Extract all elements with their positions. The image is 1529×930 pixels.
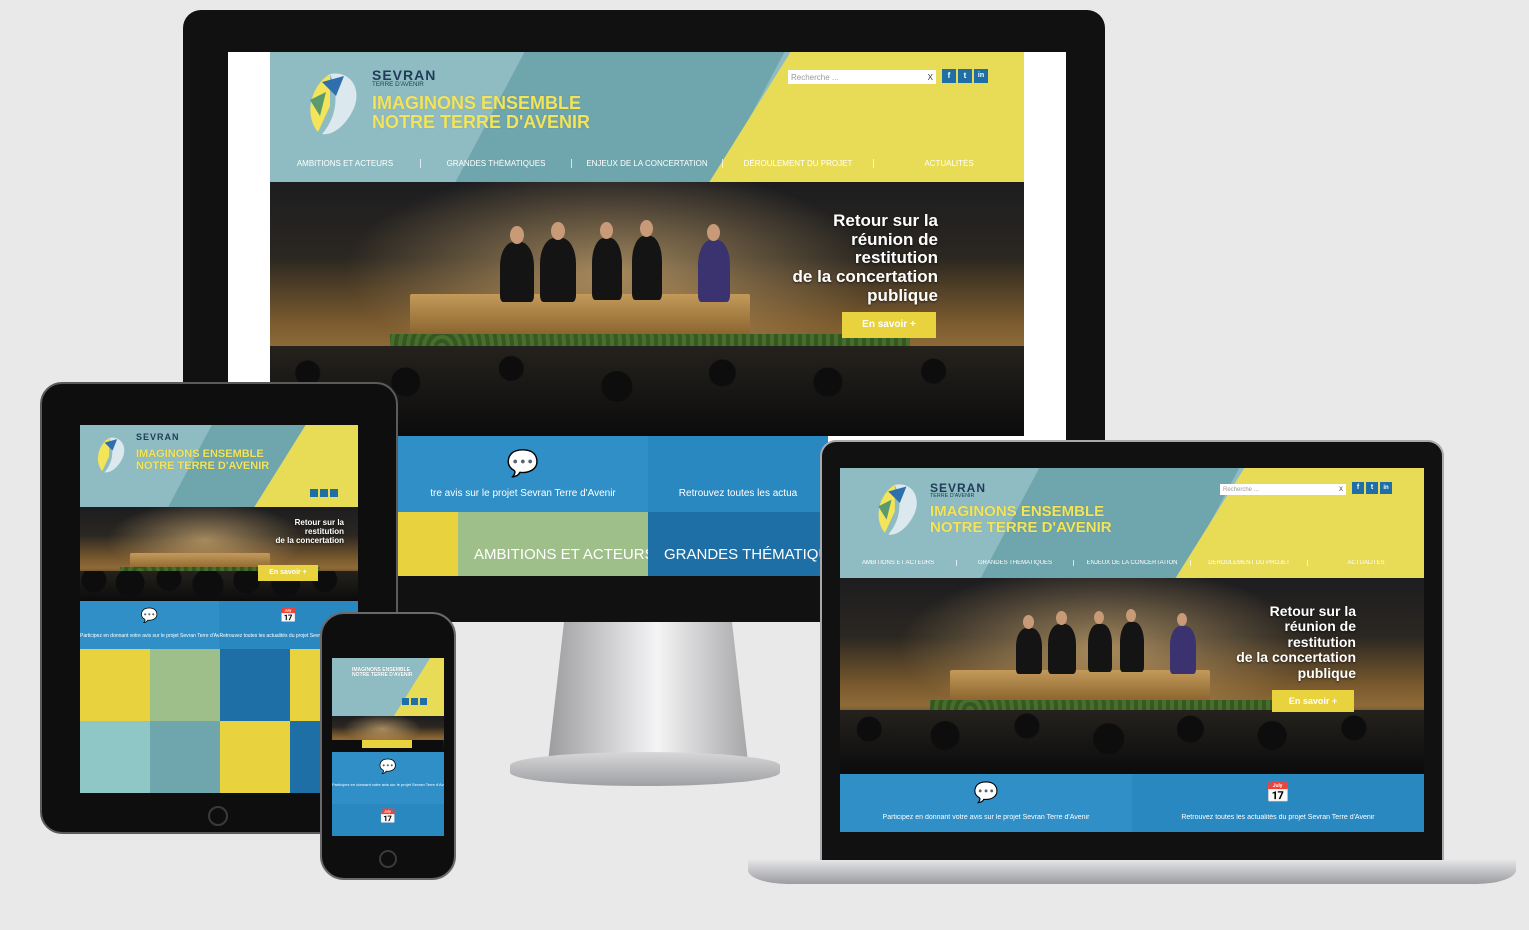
imac-stand-base	[510, 752, 780, 786]
search-input[interactable]: Recherche ... X	[788, 70, 936, 84]
main-nav: AMBITIONS ET ACTEURS GRANDES THÉMATIQUES…	[270, 152, 1024, 174]
imac-stand-neck	[548, 622, 748, 762]
twitter-icon[interactable]: t	[958, 69, 972, 83]
tablet-site: SEVRAN IMAGINONS ENSEMBLE NOTRE TERRE D'A…	[80, 425, 358, 793]
nav-thematiques[interactable]: GRANDES THÉMATIQUES	[957, 560, 1074, 566]
speech-bubble-icon: 💬	[379, 758, 397, 774]
calendar-icon: 📅	[379, 808, 397, 824]
tablet-home-button[interactable]	[208, 806, 228, 826]
calendar-icon: 📅	[1265, 782, 1291, 804]
tile-participate[interactable]: 💬 Participez en donnant votre avis sur l…	[80, 601, 219, 649]
hero-title: Retour sur la réunion de restitution de la …	[792, 211, 938, 305]
hero-slider: Retour sur la réunion de restitution de la …	[840, 578, 1424, 774]
nav-deroulement[interactable]: DÉROULEMENT DU PROJET	[723, 158, 874, 168]
tile-themes[interactable]: GRANDES THÉMATIQUES	[648, 512, 828, 576]
social-links: f t in	[942, 69, 988, 83]
phone-home-button[interactable]	[379, 850, 397, 868]
tile-news[interactable]: Retrouvez toutes les actua	[648, 436, 828, 512]
search-clear-icon[interactable]: X	[928, 73, 933, 82]
nav-ambitions[interactable]: AMBITIONS ET ACTEURS	[840, 560, 957, 566]
tile-ambitions[interactable]: AMBITIONS ET ACTEURS	[398, 512, 648, 576]
facebook-icon[interactable]: f	[942, 69, 956, 83]
tile-participate[interactable]: 💬 tre avis sur le projet Sevran Terre d'…	[398, 436, 648, 512]
phone-site: IMAGINONS ENSEMBLE NOTRE TERRE D'AVENIR 💬…	[332, 658, 444, 836]
hero-read-more-button[interactable]: En savoir +	[258, 565, 318, 581]
twitter-icon[interactable]: t	[1366, 482, 1378, 494]
speech-bubble-icon: 💬	[973, 782, 999, 804]
site-slogan: IMAGINONS ENSEMBLE NOTRE TERRE D'AVENIR	[930, 503, 1112, 536]
hero-title: Retour sur la réunion de restitution de la …	[1236, 603, 1356, 681]
linkedin-icon[interactable]: in	[1380, 482, 1392, 494]
tile-news[interactable]: 📅 Retrouvez toutes les actualités du pro…	[1132, 774, 1424, 832]
linkedin-icon[interactable]: in	[974, 69, 988, 83]
hero-read-more-button[interactable]: En savoir +	[1272, 690, 1354, 712]
brand-name: SEVRAN TERRE D'AVENIR	[930, 481, 987, 499]
nav-enjeux[interactable]: ENJEUX DE LA CONCERTATION	[572, 158, 723, 168]
laptop-site: SEVRAN TERRE D'AVENIR IMAGINONS ENSEMBLE N…	[840, 468, 1424, 832]
nav-ambitions[interactable]: AMBITIONS ET ACTEURS	[270, 158, 421, 168]
sevran-logo-icon	[97, 437, 125, 473]
laptop-base	[748, 860, 1516, 884]
tile-news[interactable]: 📅	[332, 804, 444, 836]
site-header: SEVRAN TERRE D'AVENIR IMAGINONS ENSEMBLE N…	[270, 52, 1024, 182]
search-clear-icon[interactable]: X	[1339, 487, 1343, 493]
facebook-icon[interactable]: f	[1352, 482, 1364, 494]
sevran-logo-icon	[878, 484, 917, 535]
tile-participate[interactable]: 💬 Participez en donnant votre avis sur l…	[332, 752, 444, 804]
main-nav: AMBITIONS ET ACTEURS GRANDES THÉMATIQUES…	[840, 554, 1424, 572]
nav-enjeux[interactable]: ENJEUX DE LA CONCERTATION	[1074, 560, 1191, 566]
hero-read-more-button[interactable]: En savoir +	[842, 312, 936, 338]
sevran-logo-icon	[310, 73, 357, 135]
nav-actualites[interactable]: ACTUALITÉS	[1308, 560, 1424, 566]
tile-participate[interactable]: 💬 Participez en donnant votre avis sur l…	[840, 774, 1132, 832]
speech-bubble-icon: 💬	[140, 607, 159, 623]
search-input[interactable]: Recherche ... X	[1220, 484, 1346, 495]
brand-name: SEVRAN TERRE D'AVENIR	[372, 67, 437, 88]
laptop-tiles: 💬 Participez en donnant votre avis sur l…	[840, 774, 1424, 832]
nav-actualites[interactable]: ACTUALITÉS	[874, 159, 1024, 168]
nav-thematiques[interactable]: GRANDES THÉMATIQUES	[421, 158, 572, 168]
site-slogan: IMAGINONS ENSEMBLE NOTRE TERRE D'AVENIR	[372, 93, 590, 132]
nav-deroulement[interactable]: DÉROULEMENT DU PROJET	[1191, 560, 1308, 566]
speech-bubble-icon: 💬	[506, 448, 540, 478]
